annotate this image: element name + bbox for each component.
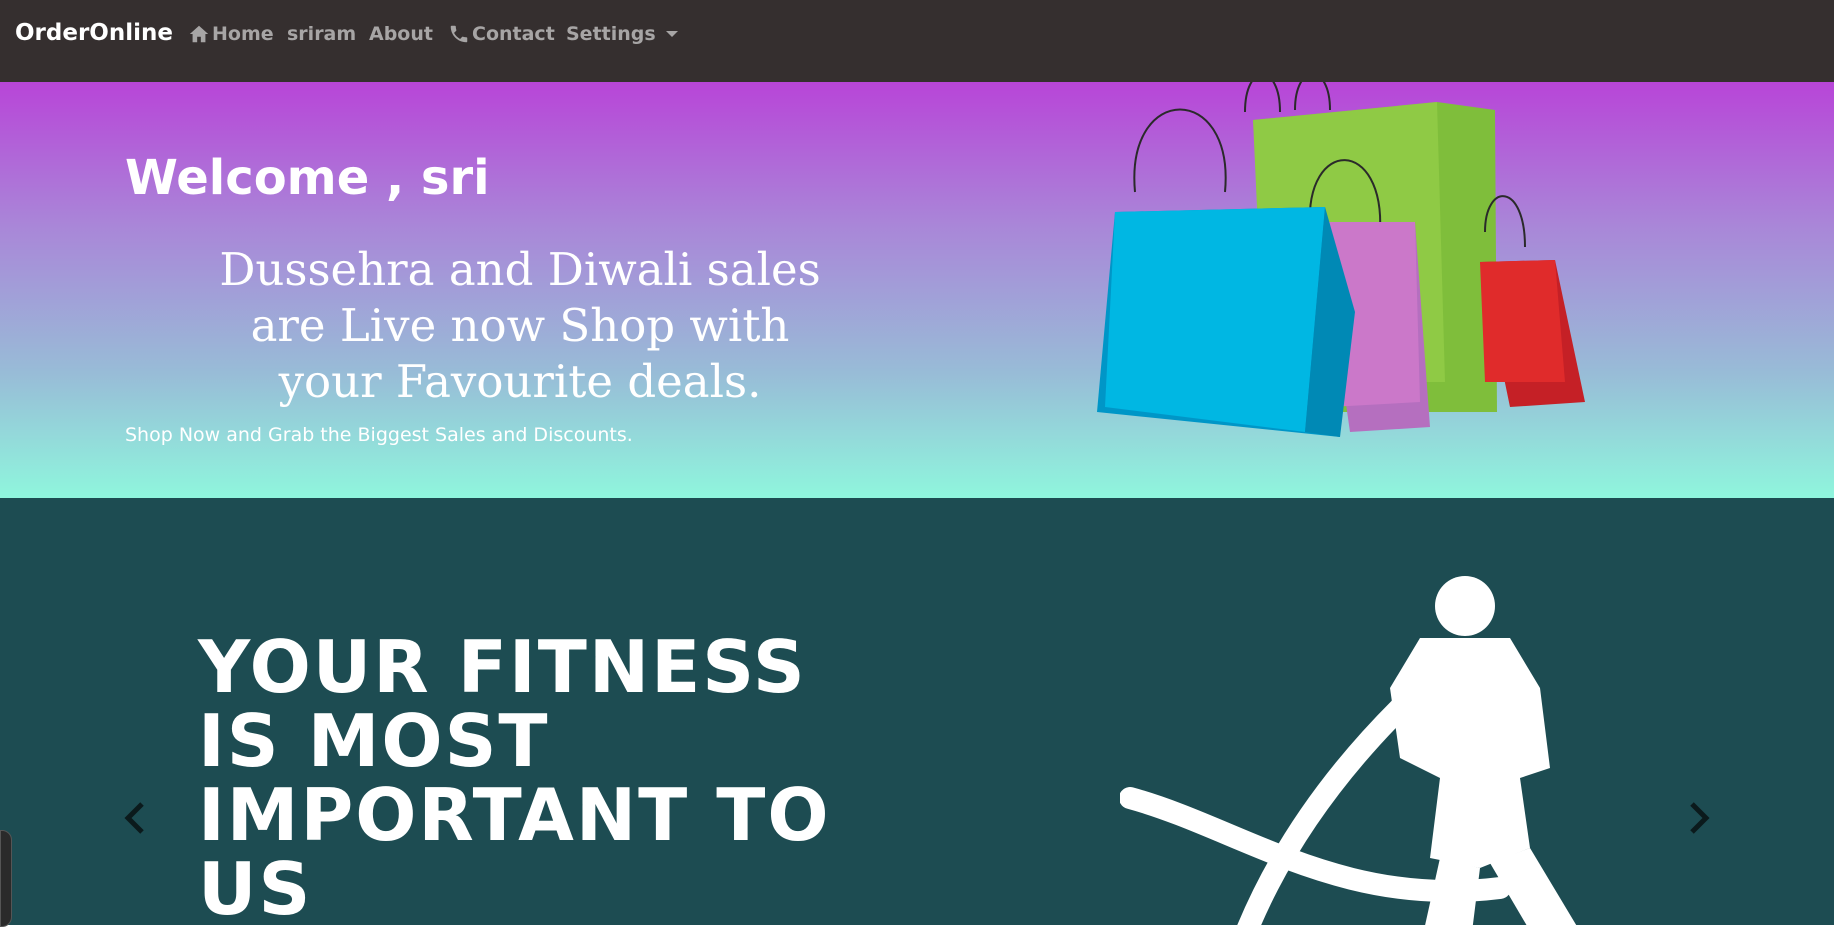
chevron-left-icon[interactable] (118, 798, 154, 838)
chevron-right-icon[interactable] (1680, 798, 1716, 838)
nav-contact-link[interactable]: Contact (448, 23, 555, 45)
promo-text: Dussehra and Diwali sales are Live now S… (219, 243, 821, 408)
nav-about-link[interactable]: About (369, 23, 433, 45)
nav-settings-label: Settings (566, 23, 656, 45)
athlete-battle-ropes-image (1120, 576, 1577, 925)
headline-line: YOUR FITNESS (198, 625, 807, 709)
headline-line: IMPORTANT TO (198, 773, 831, 857)
nav-sriram-link[interactable]: sriram (287, 23, 356, 45)
nav-about-label: About (369, 23, 433, 45)
nav-settings-dropdown[interactable]: Settings (566, 23, 678, 45)
promo-subtext: Shop Now and Grab the Biggest Sales and … (125, 424, 633, 446)
nav-home-link[interactable]: Home (188, 23, 274, 45)
welcome-heading: Welcome , sri (125, 150, 490, 206)
brand-logo[interactable]: OrderOnline (15, 20, 173, 46)
carousel: YOUR FITNESS IS MOST IMPORTANT TO US (0, 498, 1834, 925)
hero-banner: Welcome , sri Dussehra and Diwali sales … (0, 82, 1834, 498)
home-icon (189, 25, 209, 43)
side-widget-tab[interactable] (0, 830, 12, 927)
navbar: OrderOnline Home sriram About Contact Se… (0, 0, 1834, 82)
nav-home-label: Home (212, 23, 274, 45)
headline-line: US (198, 847, 313, 925)
nav-contact-label: Contact (472, 23, 555, 45)
shopping-bags-image (1097, 82, 1585, 437)
caret-down-icon (665, 31, 678, 37)
nav-sriram-label: sriram (287, 23, 357, 45)
carousel-headline: YOUR FITNESS IS MOST IMPORTANT TO US (198, 630, 831, 925)
phone-icon (450, 25, 468, 43)
headline-line: IS MOST (198, 699, 550, 783)
